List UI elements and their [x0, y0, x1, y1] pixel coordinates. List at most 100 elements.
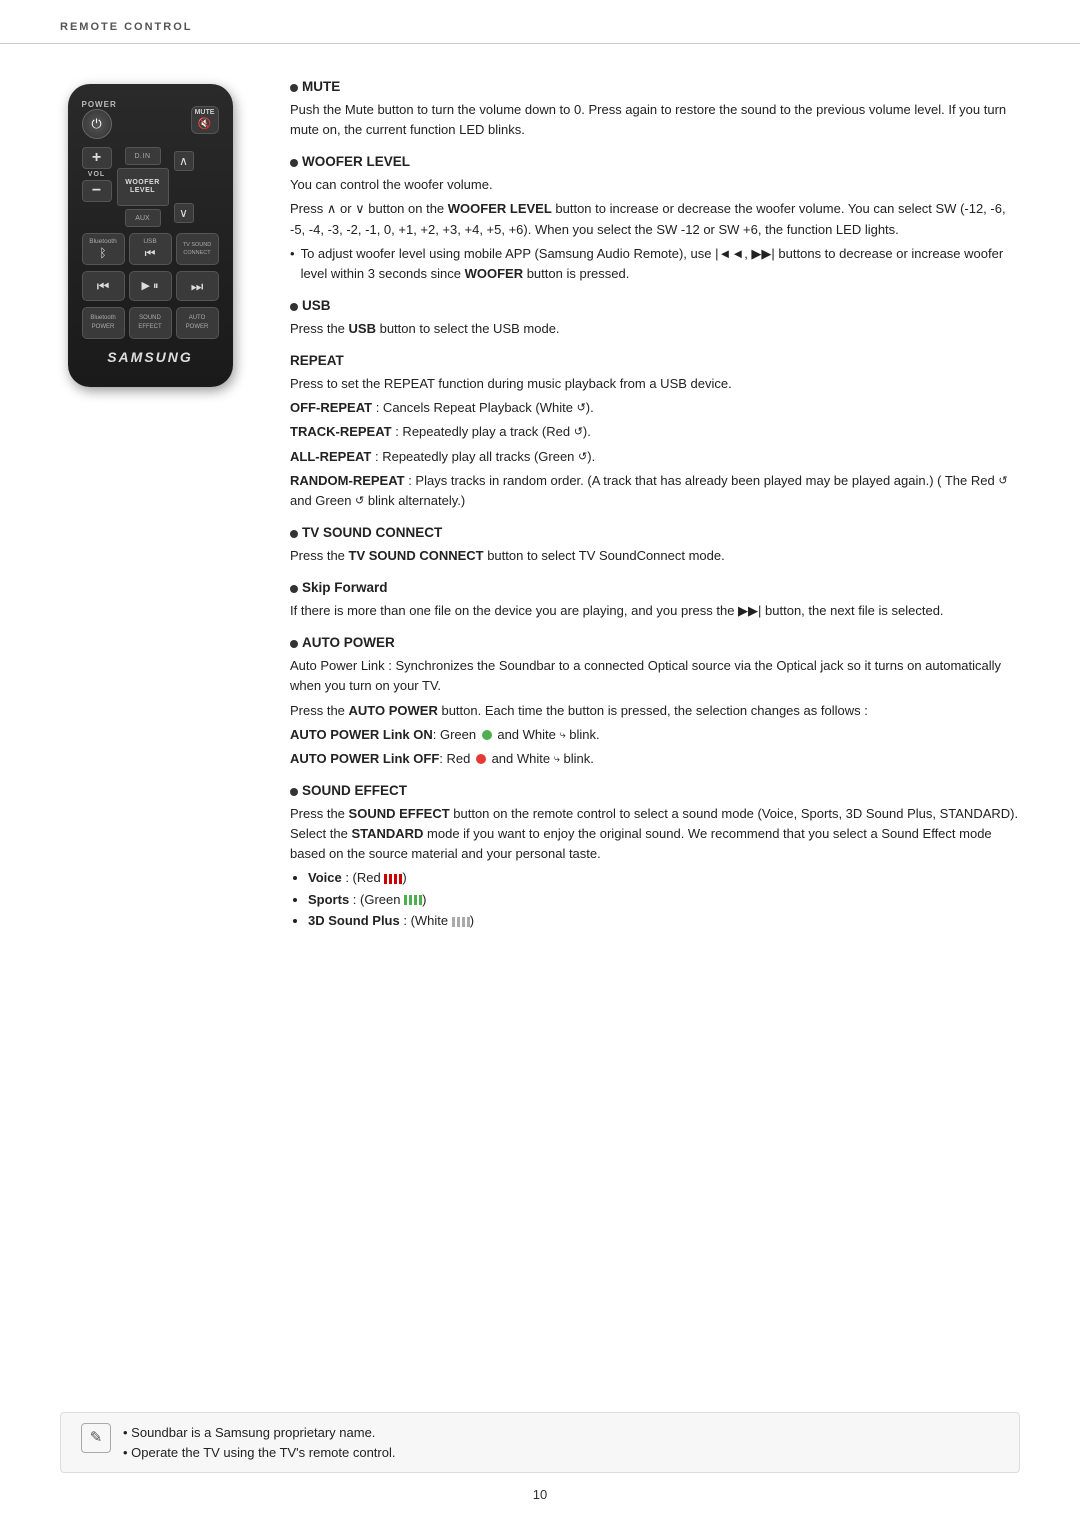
woofer-title: WOOFER LEVEL [302, 154, 410, 169]
note-item-2: • Operate the TV using the TV's remote c… [123, 1443, 395, 1463]
woofer-level-label: LEVEL [130, 187, 155, 195]
bluetooth-button[interactable]: Bluetooth ᛒ [82, 233, 125, 265]
sound-3d-item: 3D Sound Plus : (White ) [308, 911, 1020, 931]
din-label: D.IN [135, 153, 151, 160]
mute-title: MUTE [302, 79, 340, 94]
power-label: POWER [82, 100, 117, 109]
remote-source-row: Bluetooth ᛒ USB ⏮ TV SOUND CONNECT [82, 233, 219, 265]
samsung-logo: SAMSUNG [82, 349, 219, 365]
page-number: 10 [533, 1487, 547, 1502]
main-content: POWER ⏻ MUTE 🔇 + VOL − D.IN [0, 44, 1080, 975]
usb-icon: ⏮ [145, 246, 156, 261]
auto-power-button[interactable]: AUTO POWER [176, 307, 219, 339]
woofer-callout-dot [290, 159, 298, 167]
note-icon: ✎ [81, 1423, 111, 1453]
next-button[interactable]: ⏭ [176, 271, 219, 301]
usb-callout-dot [290, 303, 298, 311]
remote-vol-row: + VOL − D.IN WOOFER LEVEL AUX [82, 147, 219, 227]
vol-down-button[interactable]: − [82, 180, 112, 202]
random-repeat-text: RANDOM-REPEAT : Plays tracks in random o… [290, 471, 1020, 511]
auto-power-title: AUTO POWER [302, 635, 395, 650]
remote-power-row: POWER ⏻ MUTE 🔇 [82, 100, 219, 139]
woofer-desc: Press ∧ or ∨ button on the WOOFER LEVEL … [290, 199, 1020, 239]
text-column: MUTE Push the Mute button to turn the vo… [290, 74, 1020, 945]
remote-center-col: D.IN WOOFER LEVEL AUX [117, 147, 169, 227]
note-box: ✎ • Soundbar is a Samsung proprietary na… [60, 1412, 1020, 1473]
mute-section: MUTE Push the Mute button to turn the vo… [290, 79, 1020, 140]
sound-effect-button[interactable]: SOUND EFFECT [129, 307, 172, 339]
woofer-down-button[interactable]: ∨ [174, 203, 194, 223]
woofer-label: WOOFER [125, 179, 160, 187]
sound-effect-section: SOUND EFFECT Press the SOUND EFFECT butt… [290, 783, 1020, 931]
aux-label: AUX [135, 215, 149, 222]
mute-label: MUTE [195, 109, 215, 116]
tv-sound-callout-dot [290, 530, 298, 538]
tv-connect-label: CONNECT [183, 250, 210, 257]
power-button[interactable]: ⏻ [82, 109, 112, 139]
off-repeat-text: OFF-REPEAT : Cancels Repeat Playback (Wh… [290, 398, 1020, 418]
track-repeat-text: TRACK-REPEAT : Repeatedly play a track (… [290, 422, 1020, 442]
bluetooth-label: Bluetooth [89, 238, 116, 245]
woofer-up-button[interactable]: ∧ [174, 151, 194, 171]
repeat-body: Press to set the REPEAT function during … [290, 374, 1020, 511]
sound-effect-line2: EFFECT [138, 324, 161, 331]
all-repeat-text: ALL-REPEAT : Repeatedly play all tracks … [290, 447, 1020, 467]
voice-item: Voice : (Red ) [308, 868, 1020, 888]
usb-button[interactable]: USB ⏮ [129, 233, 172, 265]
vol-up-button[interactable]: + [82, 147, 112, 169]
bt-power-line2: POWER [92, 324, 115, 331]
usb-label: USB [143, 238, 156, 245]
note-item-1: • Soundbar is a Samsung proprietary name… [123, 1423, 395, 1443]
auto-power-intro: Auto Power Link : Synchronizes the Sound… [290, 656, 1020, 696]
sound-effect-list: Voice : (Red ) Sports : (Green ) 3D Soun… [290, 868, 1020, 931]
woofer-body: You can control the woofer volume. Press… [290, 175, 1020, 284]
remote-control: POWER ⏻ MUTE 🔇 + VOL − D.IN [68, 84, 233, 387]
aux-button[interactable]: AUX [125, 209, 161, 227]
sports-item: Sports : (Green ) [308, 890, 1020, 910]
din-button[interactable]: D.IN [125, 147, 161, 165]
prev-button[interactable]: ⏮ [82, 271, 125, 301]
bluetooth-power-button[interactable]: Bluetooth POWER [82, 307, 125, 339]
skip-forward-section: Skip Forward If there is more than one f… [290, 580, 1020, 621]
auto-power-callout-dot [290, 640, 298, 648]
woofer-arrows: ∧ ∨ [174, 147, 194, 227]
usb-text: Press the USB button to select the USB m… [290, 319, 1020, 339]
page-header: REMOTE CONTROL [0, 0, 1080, 44]
remote-transport-row: ⏮ ▶ ⏸ ⏭ [82, 271, 219, 301]
bt-power-line1: Bluetooth [90, 315, 115, 322]
vol-label: VOL [88, 171, 105, 178]
auto-power-body: Auto Power Link : Synchronizes the Sound… [290, 656, 1020, 769]
woofer-section: WOOFER LEVEL You can control the woofer … [290, 154, 1020, 284]
tv-sound-label: TV SOUND [183, 242, 211, 249]
sound-effect-line1: SOUND [139, 315, 161, 322]
mute-callout-dot [290, 84, 298, 92]
auto-power-section: AUTO POWER Auto Power Link : Synchronize… [290, 635, 1020, 769]
auto-power-on: AUTO POWER Link ON: Green and White ⤷ bl… [290, 725, 1020, 745]
auto-power-off: AUTO POWER Link OFF: Red and White ⤷ bli… [290, 749, 1020, 769]
remote-bottom-row: Bluetooth POWER SOUND EFFECT AUTO POWER [82, 307, 219, 339]
mute-body: Push the Mute button to turn the volume … [290, 100, 1020, 140]
skip-forward-body: If there is more than one file on the de… [290, 601, 1020, 621]
tv-sound-connect-button[interactable]: TV SOUND CONNECT [176, 233, 219, 265]
sound-effect-title: SOUND EFFECT [302, 783, 407, 798]
play-pause-button[interactable]: ▶ ⏸ [129, 271, 172, 301]
repeat-title: REPEAT [290, 353, 344, 368]
woofer-intro: You can control the woofer volume. [290, 175, 1020, 195]
bluetooth-icon: ᛒ [99, 246, 106, 260]
mute-text: Push the Mute button to turn the volume … [290, 100, 1020, 140]
sound-effect-text: Press the SOUND EFFECT button on the rem… [290, 804, 1020, 864]
woofer-level-button[interactable]: WOOFER LEVEL [117, 168, 169, 206]
tv-sound-title: TV SOUND CONNECT [302, 525, 442, 540]
section-title: REMOTE CONTROL [60, 21, 193, 33]
auto-power-desc: Press the AUTO POWER button. Each time t… [290, 701, 1020, 721]
note-content: • Soundbar is a Samsung proprietary name… [123, 1423, 395, 1462]
mute-button[interactable]: MUTE 🔇 [191, 106, 219, 134]
sound-effect-callout-dot [290, 788, 298, 796]
auto-power-line1: AUTO [189, 315, 206, 322]
usb-title: USB [302, 298, 331, 313]
page-footer: ✎ • Soundbar is a Samsung proprietary na… [0, 1412, 1080, 1502]
tv-sound-section: TV SOUND CONNECT Press the TV SOUND CONN… [290, 525, 1020, 566]
usb-section: USB Press the USB button to select the U… [290, 298, 1020, 339]
remote-column: POWER ⏻ MUTE 🔇 + VOL − D.IN [40, 74, 260, 945]
usb-body: Press the USB button to select the USB m… [290, 319, 1020, 339]
